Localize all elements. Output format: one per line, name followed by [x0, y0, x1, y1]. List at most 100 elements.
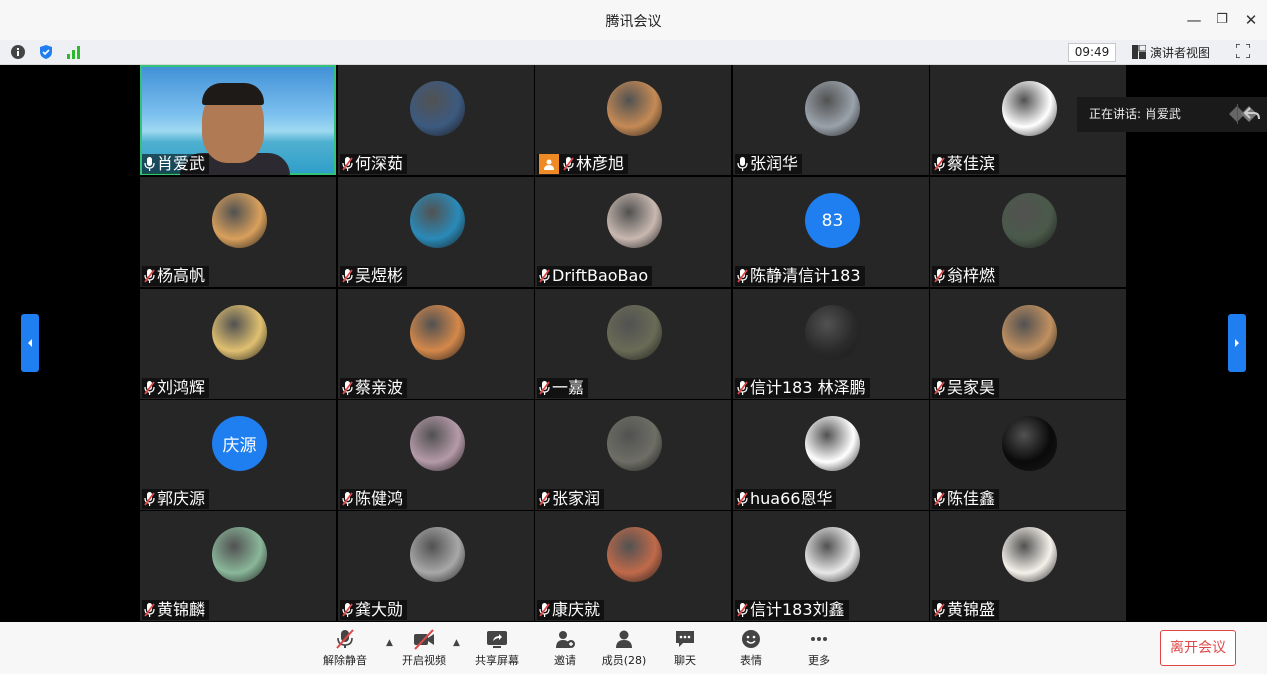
invite-button[interactable]: 邀请: [535, 628, 595, 668]
mic-muted-icon: [144, 269, 155, 283]
participant-tile[interactable]: 庆源 郭庆源: [140, 400, 336, 510]
signal-icon[interactable]: [66, 44, 82, 60]
avatar: [607, 193, 662, 248]
avatar: [1002, 527, 1057, 582]
share-screen-button[interactable]: 共享屏幕: [467, 628, 527, 668]
avatar: [1002, 193, 1057, 248]
participant-name: 信计183刘鑫: [750, 600, 845, 619]
active-speaker-indicator: 正在讲话: 肖爱武: [1077, 97, 1267, 132]
participant-name: 郭庆源: [157, 489, 206, 508]
close-button[interactable]: ✕: [1241, 10, 1261, 30]
mic-muted-icon: [737, 381, 748, 395]
minimize-button[interactable]: —: [1184, 10, 1204, 30]
participant-nameplate: 翁梓燃: [932, 266, 1000, 286]
more-label: 更多: [808, 654, 830, 667]
members-icon: [616, 630, 632, 648]
mic-muted-icon: [144, 603, 155, 617]
start-video-label: 开启视频: [402, 654, 446, 667]
mic-icon: [737, 157, 748, 171]
participant-name: 吴煜彬: [355, 266, 404, 285]
avatar: [212, 193, 267, 248]
avatar: [410, 305, 465, 360]
chevron-right-icon: [1235, 339, 1239, 347]
mic-muted-icon: [934, 492, 945, 506]
participant-tile[interactable]: 肖爱武: [140, 65, 336, 175]
mic-muted-icon: [934, 157, 945, 171]
avatar: 83: [805, 193, 860, 248]
participant-tile[interactable]: 刘鸿辉: [140, 289, 336, 399]
avatar: [410, 527, 465, 582]
participant-nameplate: 陈健鸿: [340, 489, 408, 509]
prev-page-button[interactable]: [21, 314, 39, 372]
participant-nameplate: DriftBaoBao: [537, 266, 653, 286]
members-button[interactable]: 成员(28): [594, 628, 654, 668]
participant-nameplate: 康庆就: [537, 600, 605, 620]
participant-tile[interactable]: 83 陈静清信计183: [733, 177, 929, 287]
mic-muted-icon: [539, 269, 550, 283]
participant-nameplate: 龚大勋: [340, 600, 408, 620]
audio-options-caret[interactable]: ▲: [386, 638, 393, 648]
participant-name: 黄锦盛: [947, 600, 996, 619]
participant-tile[interactable]: 信计183 林泽鹏: [733, 289, 929, 399]
reactions-label: 表情: [740, 654, 762, 667]
mic-muted-icon: [539, 603, 550, 617]
participant-tile[interactable]: 黄锦麟: [140, 511, 336, 621]
avatar: [607, 81, 662, 136]
window-title: 腾讯会议: [605, 14, 662, 30]
collapse-icon[interactable]: [1244, 107, 1260, 121]
participant-nameplate: 吴煜彬: [340, 266, 408, 286]
participant-tile[interactable]: 林彦旭: [535, 65, 731, 175]
participant-nameplate: 肖爱武: [142, 154, 210, 174]
mic-muted-icon: [342, 157, 353, 171]
participant-tile[interactable]: DriftBaoBao: [535, 177, 731, 287]
avatar: [607, 416, 662, 471]
participant-tile[interactable]: hua66恩华: [733, 400, 929, 510]
avatar: 庆源: [212, 416, 267, 471]
reactions-button[interactable]: 表情: [721, 628, 781, 668]
more-dots-icon: [811, 637, 827, 641]
mic-muted-icon: [539, 492, 550, 506]
participant-tile[interactable]: 何深茹: [338, 65, 534, 175]
avatar: [607, 305, 662, 360]
chat-icon: [676, 631, 694, 647]
participant-tile[interactable]: 一嘉: [535, 289, 731, 399]
participant-tile[interactable]: 吴煜彬: [338, 177, 534, 287]
participant-name: 陈佳鑫: [947, 489, 996, 508]
participant-nameplate: 黄锦盛: [932, 600, 1000, 620]
info-icon[interactable]: [10, 44, 26, 60]
participant-tile[interactable]: 吴家昊: [930, 289, 1126, 399]
mic-icon: [144, 157, 155, 171]
participant-name: DriftBaoBao: [552, 266, 649, 285]
speaker-view-label: 演讲者视图: [1150, 45, 1211, 60]
fullscreen-icon[interactable]: [1236, 44, 1250, 58]
meeting-toolbar: 解除静音 ▲ 开启视频 ▲ 共享屏幕 邀请 成员(28) 聊天 表情 更多 离开…: [0, 622, 1267, 674]
participant-tile[interactable]: 信计183刘鑫: [733, 511, 929, 621]
participant-tile[interactable]: 康庆就: [535, 511, 731, 621]
video-options-caret[interactable]: ▲: [453, 638, 460, 648]
participant-tile[interactable]: 陈佳鑫: [930, 400, 1126, 510]
participant-tile[interactable]: 张润华: [733, 65, 929, 175]
next-page-button[interactable]: [1228, 314, 1246, 372]
leave-meeting-button[interactable]: 离开会议: [1160, 630, 1236, 666]
participant-name: 吴家昊: [947, 378, 996, 397]
speaker-view-button[interactable]: 演讲者视图: [1132, 43, 1210, 61]
participant-tile[interactable]: 蔡亲波: [338, 289, 534, 399]
shield-icon[interactable]: [38, 44, 54, 60]
restore-button[interactable]: ❐: [1212, 10, 1232, 30]
add-user-icon: [556, 631, 575, 648]
start-video-button[interactable]: 开启视频: [394, 628, 454, 668]
chat-button[interactable]: 聊天: [655, 628, 715, 668]
participant-tile[interactable]: 龚大勋: [338, 511, 534, 621]
participant-tile[interactable]: 陈健鸿: [338, 400, 534, 510]
avatar: [1002, 81, 1057, 136]
participant-tile[interactable]: 张家润: [535, 400, 731, 510]
participant-tile[interactable]: 杨高帆: [140, 177, 336, 287]
avatar: [805, 527, 860, 582]
mic-muted-icon: [336, 629, 354, 649]
avatar: [805, 305, 860, 360]
participant-tile[interactable]: 翁梓燃: [930, 177, 1126, 287]
participant-nameplate: 陈佳鑫: [932, 489, 1000, 509]
unmute-button[interactable]: 解除静音: [315, 628, 375, 668]
more-button[interactable]: 更多: [789, 628, 849, 668]
participant-tile[interactable]: 黄锦盛: [930, 511, 1126, 621]
